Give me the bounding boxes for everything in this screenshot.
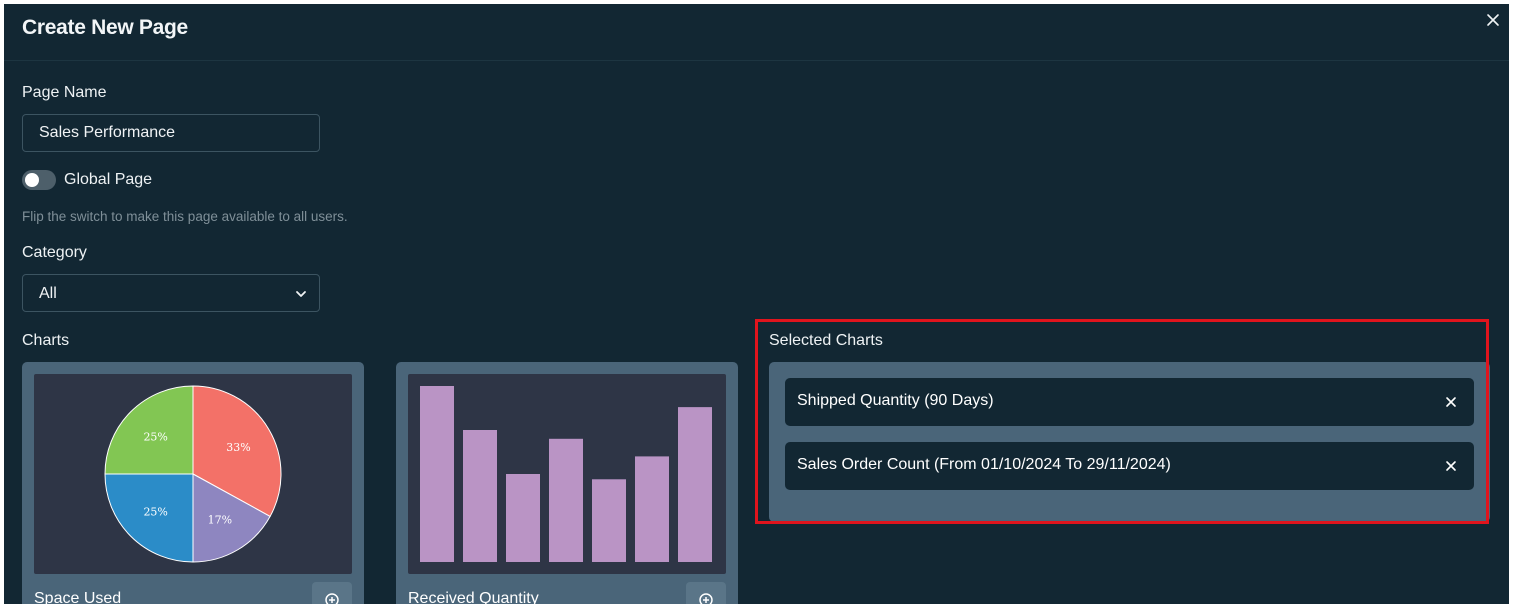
- chart-card-space-used[interactable]: 33% 17% 25% 25% Space Used: [22, 362, 364, 604]
- pie-slice-label: 25%: [143, 431, 167, 444]
- add-chart-button[interactable]: [312, 582, 352, 604]
- close-icon: [1487, 14, 1499, 26]
- chart-card-received-quantity[interactable]: Received Quantity: [396, 362, 738, 604]
- charts-label: Charts: [22, 332, 70, 349]
- dialog-title: Create New Page: [22, 16, 188, 39]
- bar: [592, 479, 626, 562]
- bar: [549, 438, 583, 562]
- page-name-label: Page Name: [22, 84, 107, 101]
- bar-chart: [420, 386, 712, 562]
- selected-charts-highlight: [755, 319, 1489, 524]
- global-page-label: Global Page: [64, 171, 153, 188]
- bar: [463, 430, 497, 562]
- chevron-down-icon: [296, 291, 306, 297]
- global-page-toggle[interactable]: [22, 170, 56, 190]
- dialog-header: Create New Page: [4, 4, 1509, 61]
- chart-preview-pie: 33% 17% 25% 25%: [34, 374, 352, 574]
- category-label: Category: [22, 244, 87, 261]
- bar: [506, 474, 540, 562]
- bar: [420, 386, 454, 562]
- chart-card-title: Space Used: [34, 590, 122, 604]
- pie-slice-label: 17%: [208, 513, 232, 526]
- global-page-help-text: Flip the switch to make this page availa…: [22, 209, 348, 224]
- category-select[interactable]: All: [22, 274, 320, 312]
- close-button[interactable]: [1483, 10, 1503, 30]
- chart-card-title: Received Quantity: [408, 590, 539, 604]
- pie-slice-label: 25%: [143, 505, 167, 518]
- bar: [635, 456, 669, 562]
- bar: [678, 407, 712, 562]
- add-icon: [699, 593, 713, 604]
- add-chart-button[interactable]: [686, 582, 726, 604]
- pie-slice-label: 33%: [226, 441, 250, 454]
- add-icon: [325, 593, 339, 604]
- page-name-input[interactable]: [22, 114, 320, 152]
- toggle-knob: [25, 173, 39, 187]
- pie-chart: 33% 17% 25% 25%: [104, 385, 282, 563]
- category-selected-value: All: [39, 285, 57, 302]
- chart-preview-bar: [408, 374, 726, 574]
